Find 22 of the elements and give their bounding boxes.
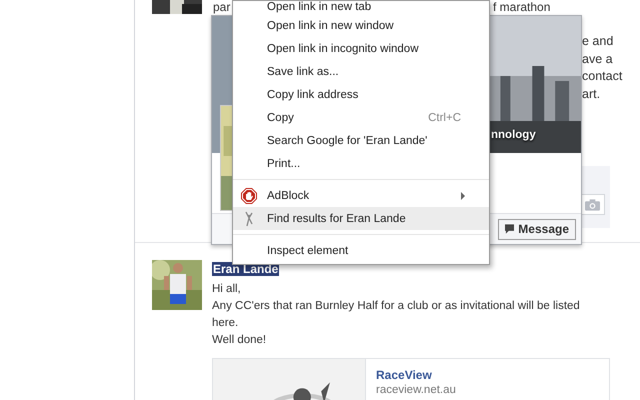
speech-bubble-icon (505, 224, 514, 234)
menu-item[interactable]: Inspect element (233, 239, 489, 262)
link-title[interactable]: RaceView (376, 368, 456, 383)
post-text: here. (212, 316, 238, 331)
menu-item[interactable]: Find results for Eran Lande (233, 207, 489, 230)
post-text: Well done! (212, 333, 266, 348)
menu-item[interactable]: Print... (233, 152, 489, 175)
message-button[interactable]: Message (498, 218, 576, 240)
post-text: contact (582, 68, 624, 85)
stop-hand-icon (241, 188, 257, 204)
post-text: Any CC'ers that ran Burnley Half for a club or as invitational will be listed (212, 299, 580, 314)
camera-icon[interactable] (585, 198, 600, 210)
post-text: art. (582, 86, 602, 102)
post-text: Hi all, (212, 282, 241, 297)
menu-item[interactable]: AdBlock (233, 184, 489, 207)
link-preview[interactable]: RaceView raceview.net.au (212, 358, 610, 400)
post-text: par (213, 0, 232, 14)
menu-item[interactable]: Open link in new tab (233, 1, 489, 14)
post-text: e and (582, 33, 614, 50)
post-text: f marathon (493, 0, 550, 14)
post-text: ave a (582, 50, 614, 68)
link-domain: raceview.net.au (376, 383, 456, 398)
